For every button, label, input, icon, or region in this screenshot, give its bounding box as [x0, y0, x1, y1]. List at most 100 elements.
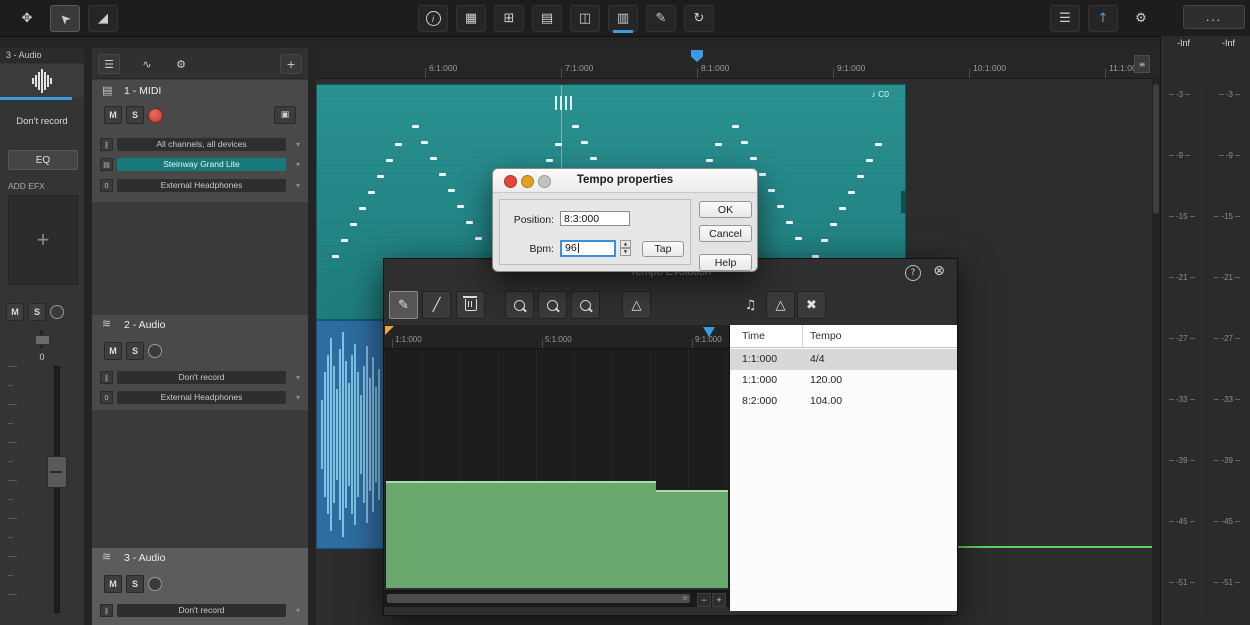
clip-right-bracket[interactable] [901, 191, 906, 213]
audio-clip[interactable] [316, 320, 384, 549]
share-button[interactable]: ↑ [1088, 5, 1118, 32]
tap-button[interactable]: Tap [642, 241, 684, 257]
scrollbar-thumb[interactable] [1153, 84, 1159, 214]
mute-button[interactable]: M [104, 342, 122, 360]
chevron-down-icon[interactable]: ▾ [296, 393, 300, 402]
solo-button[interactable]: S [28, 303, 46, 321]
inspector-track-type[interactable] [0, 64, 84, 97]
zoom-out-mini-button[interactable]: − [697, 593, 711, 607]
zoom-full-button[interactable] [571, 291, 600, 319]
input-channel-select[interactable]: All channels, all devices [117, 138, 286, 151]
automation-button[interactable]: ∿ [136, 54, 158, 74]
monitor-button[interactable]: ▣ [274, 106, 296, 124]
keyboard-view-button[interactable]: ▤ [532, 5, 562, 32]
tempo-curve-canvas[interactable] [384, 349, 729, 588]
quantize-button[interactable]: ▦ [456, 5, 486, 32]
info-button[interactable]: i [418, 5, 448, 32]
track-name[interactable]: 2 - Audio [124, 319, 165, 331]
track-1-midi[interactable]: ▤ 1 - MIDI M S ▣ ∥ All channels, all dev… [92, 80, 308, 202]
table-row[interactable]: 1:1:000 4/4 [730, 349, 957, 370]
add-efx-dropzone[interactable]: + [8, 195, 78, 285]
close-button[interactable]: ⊗ [933, 263, 945, 279]
table-row[interactable]: 8:2:000 104.00 [730, 391, 957, 412]
tempo-playhead-marker[interactable] [703, 327, 715, 337]
track-3-audio-selected[interactable]: ≋ 3 - Audio M S ∥ Don't record ▾ [92, 548, 308, 625]
output-select[interactable]: External Headphones [117, 179, 286, 192]
table-row[interactable]: 1:1:000 120.00 [730, 370, 957, 391]
arrow-tool-button[interactable]: ➤ [50, 5, 80, 32]
volume-fader-track[interactable] [54, 366, 60, 613]
loop-start-marker[interactable] [385, 326, 394, 335]
solo-button[interactable]: S [126, 106, 144, 124]
note-options-button[interactable]: ♫ [736, 291, 765, 319]
mix-view-button[interactable]: ▥ [608, 5, 638, 32]
input-select[interactable]: Don't record [117, 371, 286, 384]
arrange-vertical-scrollbar[interactable] [1152, 78, 1160, 625]
tempo-properties-dialog[interactable]: Tempo properties Position: 8:3:000 Bpm: … [492, 168, 758, 272]
panel-button[interactable]: ⊞ [494, 5, 524, 32]
eq-button[interactable]: EQ [8, 150, 78, 170]
inspector-track-header[interactable]: 3 - Audio [0, 48, 84, 63]
ruler-scroll-button[interactable]: ≡ [1134, 55, 1150, 73]
record-arm-button-active[interactable] [148, 108, 163, 123]
pencil-tool-button[interactable]: ✎ [389, 291, 418, 319]
ok-button[interactable]: OK [699, 201, 752, 218]
tempo-editor-window[interactable]: Tempo Evolution ? ⊗ ✎ ╱ △ ♫ △ ✖ 1:1:0005… [383, 258, 958, 616]
chevron-down-icon[interactable]: ▾ [296, 373, 300, 382]
delete-button[interactable] [456, 291, 485, 319]
chevron-down-icon[interactable]: ▾ [296, 606, 300, 615]
timeline-ruler[interactable]: 6:1:0007:1:0008:1:0009:1:00010:1:00011:1… [316, 48, 1160, 79]
solo-button[interactable]: S [126, 575, 144, 593]
tempo-automation-line[interactable] [958, 546, 1154, 548]
spinner-down-button[interactable]: ▼ [620, 248, 631, 256]
tempo-metronome-button[interactable]: △ [766, 291, 795, 319]
editor-view-button[interactable]: ◫ [570, 5, 600, 32]
tempo-segment-120[interactable] [386, 481, 656, 588]
cancel-button[interactable]: Cancel [699, 225, 752, 242]
pan-knob[interactable] [35, 335, 50, 345]
help-button[interactable]: Help [699, 254, 752, 271]
zoom-in-mini-button[interactable]: + [712, 593, 726, 607]
record-arm-button[interactable] [148, 344, 162, 358]
zoom-in-button[interactable] [505, 291, 534, 319]
dialog-titlebar[interactable]: Tempo properties [493, 169, 757, 193]
loop-button[interactable]: ↻ [684, 5, 714, 32]
tempo-segment-104[interactable] [656, 490, 728, 588]
line-tool-button[interactable]: ╱ [422, 291, 451, 319]
settings-button[interactable]: ⚙ [1126, 5, 1156, 32]
output-select[interactable]: External Headphones [117, 391, 286, 404]
draw-button[interactable]: ✎ [646, 5, 676, 32]
volume-fader-handle[interactable] [47, 456, 67, 488]
track-name[interactable]: 3 - Audio [124, 552, 165, 564]
fade-tool-button[interactable]: ◢ [88, 5, 118, 32]
tempo-horizontal-scrollbar[interactable]: ≡ − + [384, 590, 729, 607]
track-2-audio[interactable]: ≋ 2 - Audio M S ∥ Don't record ▾ 0 Exter… [92, 315, 308, 410]
track-name[interactable]: 1 - MIDI [124, 85, 161, 97]
overflow-button[interactable]: ... [1183, 5, 1245, 29]
mute-button[interactable]: M [6, 303, 24, 321]
input-select[interactable]: Don't record [117, 604, 286, 617]
mute-button[interactable]: M [104, 106, 122, 124]
mix-channels-button[interactable]: ☰ [1050, 5, 1080, 32]
add-track-button[interactable]: + [280, 54, 302, 74]
chevron-down-icon[interactable]: ▾ [296, 140, 300, 149]
mute-button[interactable]: M [104, 575, 122, 593]
spinner-up-button[interactable]: ▲ [620, 240, 631, 248]
chevron-down-icon[interactable]: ▾ [296, 160, 300, 169]
column-divider[interactable] [802, 325, 803, 347]
metronome-button[interactable]: △ [622, 291, 651, 319]
zoom-out-button[interactable] [538, 291, 567, 319]
scrollbar-thumb[interactable]: ≡ [387, 594, 690, 603]
track-settings-button[interactable]: ⚙ [170, 54, 192, 74]
move-tool-button[interactable]: ✥ [12, 5, 42, 32]
position-input[interactable]: 8:3:000 [560, 211, 630, 226]
help-button[interactable]: ? [905, 265, 921, 281]
playhead-marker[interactable] [691, 50, 703, 62]
delete-all-button[interactable]: ✖ [797, 291, 826, 319]
instrument-select[interactable]: Steinway Grand Lite [117, 158, 286, 171]
tempo-ruler[interactable]: 1:1:0005:1:0009:1:000 [384, 325, 729, 349]
record-arm-button[interactable] [148, 577, 162, 591]
track-list-menu-button[interactable]: ☰ [98, 54, 120, 74]
solo-button[interactable]: S [126, 342, 144, 360]
chevron-down-icon[interactable]: ▾ [296, 181, 300, 190]
